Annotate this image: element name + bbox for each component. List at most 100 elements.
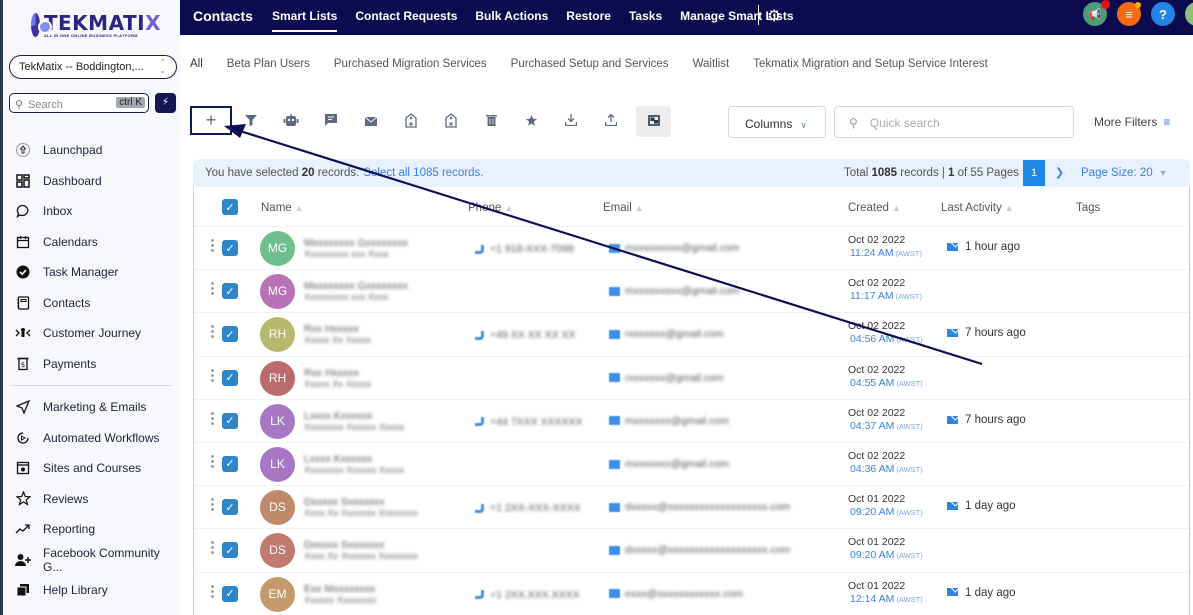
select-all-checkbox[interactable]: ✓	[222, 199, 238, 215]
contact-name-cell[interactable]: Dxxxxx Sxxxxxxx Xxxx Xx Xxxxxxx Xxxxxxxx	[304, 540, 418, 563]
contact-name-cell[interactable]: Mxxxxxxxx Gxxxxxxxx Xxxxxxxxx xxx Xxxx	[304, 281, 408, 304]
delete-button[interactable]	[476, 106, 506, 137]
sidebar-item-launchpad[interactable]: Launchpad	[3, 135, 180, 166]
row-checkbox[interactable]: ✓	[222, 283, 238, 300]
export-button[interactable]	[596, 106, 626, 137]
sidebar-item-reporting[interactable]: Reporting	[3, 514, 180, 545]
email-cell[interactable]: mxxxxxxx@gmail.com	[609, 458, 729, 470]
quick-search-input[interactable]: ⚲ Quick search	[834, 106, 1074, 138]
sidebar-item-contacts[interactable]: Contacts	[3, 288, 180, 319]
smart-list-purchased-migration[interactable]: Purchased Migration Services	[334, 58, 487, 70]
tekmatix-logo[interactable]: TEKMATIX ALL IN ONE ONLINE BUSINESS PLAT…	[31, 10, 161, 40]
contact-name-cell[interactable]: Lxxxx Kxxxxxx Xxxxxxxx Xxxxxx Xxxxx	[304, 453, 404, 476]
more-filters-button[interactable]: More Filters ≡	[1094, 115, 1170, 129]
remove-tag-button[interactable]	[436, 106, 466, 137]
contact-name-cell[interactable]: Lxxxx Kxxxxxx Xxxxxxxx Xxxxxx Xxxxx	[304, 410, 404, 433]
sidebar-item-automated-workflows[interactable]: Automated Workflows	[3, 423, 180, 454]
sidebar-search-input[interactable]: ⚲ Search ctrl K	[9, 93, 149, 113]
contact-name-cell[interactable]: Exx Mxxxxxxxx Xxxxxx Xxxxxxxx	[304, 583, 376, 606]
contact-name-cell[interactable]: Dxxxxx Sxxxxxxx Xxxx Xx Xxxxxxx Xxxxxxxx	[304, 497, 418, 520]
favorite-button[interactable]	[516, 106, 546, 137]
email-cell[interactable]: mxxxxxxx@gmail.com	[609, 415, 729, 427]
announcements-button[interactable]: 📢	[1083, 0, 1110, 26]
smart-list-beta-plan-users[interactable]: Beta Plan Users	[227, 58, 310, 70]
drag-handle-icon[interactable]	[211, 454, 215, 470]
drag-handle-icon[interactable]	[211, 239, 215, 254]
email-cell[interactable]: dxxxxx@xxxxxxxxxxxxxxxxxxx.com	[609, 501, 790, 513]
sidebar-item-task-manager[interactable]: Task Manager	[3, 257, 180, 288]
drag-handle-icon[interactable]	[211, 411, 215, 427]
user-avatar[interactable]	[1185, 2, 1193, 26]
drag-handle-icon[interactable]	[211, 325, 215, 340]
automation-button[interactable]	[276, 106, 306, 137]
columns-dropdown[interactable]: Columns ∨	[728, 106, 826, 138]
contact-name-cell[interactable]: Mxxxxxxxx Gxxxxxxxx Xxxxxxxxx xxx Xxxx	[304, 238, 408, 261]
task-list-button[interactable]: ≡	[1117, 2, 1141, 26]
sidebar-item-marketing-emails[interactable]: Marketing & Emails	[3, 392, 180, 423]
column-header-last-activity[interactable]: Last Activity ▲︎	[941, 202, 1014, 214]
email-cell[interactable]: dxxxxx@xxxxxxxxxxxxxxxxxxx.com	[609, 544, 790, 556]
table-row[interactable]: ✓ RH Rxx Hxxxxx Xxxxx Xx Xxxxx +49 XX XX XX …	[194, 313, 1189, 357]
row-checkbox[interactable]: ✓	[222, 326, 238, 343]
column-header-created[interactable]: Created ▲︎	[848, 202, 901, 214]
column-header-tags[interactable]: Tags	[1076, 202, 1100, 214]
smart-list-all[interactable]: All	[190, 58, 203, 70]
tab-bulk-actions[interactable]: Bulk Actions	[475, 0, 548, 35]
phone-cell[interactable]: +44 7XXX XXXXXX	[475, 416, 583, 428]
column-header-phone[interactable]: Phone ▲︎	[468, 202, 513, 214]
drag-handle-icon[interactable]	[211, 584, 215, 600]
import-button[interactable]	[556, 106, 586, 137]
sidebar-item-reviews[interactable]: Reviews	[3, 484, 180, 515]
page-size-dropdown[interactable]: Page Size: 20 ▼	[1081, 167, 1168, 179]
filter-button[interactable]	[236, 106, 266, 137]
send-email-button[interactable]	[356, 106, 386, 137]
smart-list-purchased-setup[interactable]: Purchased Setup and Services	[511, 58, 669, 70]
add-contact-button[interactable]: +	[190, 106, 232, 135]
phone-cell[interactable]: +1 2XX-XXX-XXXX	[475, 502, 581, 514]
sidebar-item-calendars[interactable]: Calendars	[3, 227, 180, 258]
phone-cell[interactable]: +1 2XX.XXX.XXXX	[475, 589, 580, 601]
tab-tasks[interactable]: Tasks	[629, 0, 662, 35]
quick-actions-bolt-button[interactable]: ⚡	[155, 93, 176, 113]
drag-handle-icon[interactable]	[211, 498, 215, 513]
sidebar-item-customer-journey[interactable]: Customer Journey	[3, 318, 180, 349]
column-header-name[interactable]: Name ▲︎	[261, 202, 304, 214]
table-row[interactable]: ✓ LK Lxxxx Kxxxxxx Xxxxxxxx Xxxxxx Xxxxx +44…	[194, 400, 1189, 443]
row-checkbox[interactable]: ✓	[222, 369, 238, 386]
contact-name-cell[interactable]: Rxx Hxxxxx Xxxxx Xx Xxxxx	[304, 324, 371, 347]
tab-contact-requests[interactable]: Contact Requests	[355, 0, 457, 35]
location-switcher[interactable]: TekMatix -- Boddington,... ⌃ ⌄	[9, 55, 177, 79]
row-checkbox[interactable]: ✓	[222, 455, 238, 472]
sidebar-item-dashboard[interactable]: Dashboard	[3, 166, 180, 197]
contact-name-cell[interactable]: Rxx Hxxxxx Xxxxx Xx Xxxxx	[304, 367, 371, 390]
column-header-email[interactable]: Email ▲︎	[603, 202, 644, 214]
send-sms-button[interactable]	[316, 106, 346, 137]
email-cell[interactable]: rxxxxxxx@gmail.com	[609, 372, 724, 384]
row-checkbox[interactable]: ✓	[222, 499, 238, 516]
merge-button[interactable]	[636, 106, 671, 137]
smart-list-waitlist[interactable]: Waitlist	[693, 58, 730, 70]
table-row[interactable]: ✓ RH Rxx Hxxxxx Xxxxx Xx Xxxxx rxxxxxxx@gmai…	[194, 357, 1189, 400]
page-1-button[interactable]: 1	[1023, 160, 1045, 186]
tab-restore[interactable]: Restore	[566, 0, 611, 35]
sidebar-item-inbox[interactable]: Inbox	[3, 196, 180, 227]
table-row[interactable]: ✓ LK Lxxxx Kxxxxxx Xxxxxxxx Xxxxxx Xxxxx mxx…	[194, 443, 1189, 487]
sidebar-item-facebook-community[interactable]: Facebook Community G...	[3, 545, 180, 576]
row-checkbox[interactable]: ✓	[222, 412, 238, 429]
smart-list-migration-interest[interactable]: Tekmatix Migration and Setup Service Int…	[753, 58, 988, 70]
sidebar-item-payments[interactable]: $ Payments	[3, 349, 180, 380]
row-checkbox[interactable]: ✓	[222, 542, 238, 559]
email-cell[interactable]: rxxxxxxx@gmail.com	[609, 328, 724, 340]
phone-cell[interactable]: +49 XX XX XX XX	[475, 329, 576, 341]
add-tag-button[interactable]	[396, 106, 426, 137]
drag-handle-icon[interactable]	[211, 282, 215, 297]
table-row[interactable]: ✓ DS Dxxxxx Sxxxxxxx Xxxx Xx Xxxxxxx Xxxxxx…	[194, 486, 1189, 530]
next-page-chevron-icon[interactable]: ❯	[1055, 166, 1064, 179]
table-row[interactable]: ✓ MG Mxxxxxxxx Gxxxxxxxx Xxxxxxxxx xxx Xxxx…	[194, 270, 1189, 314]
table-row[interactable]: ✓ DS Dxxxxx Sxxxxxxx Xxxx Xx Xxxxxxx Xxxxxx…	[194, 529, 1189, 573]
email-cell[interactable]: mxxxxxxxxx@gmail.com	[609, 242, 740, 254]
drag-handle-icon[interactable]	[211, 541, 215, 556]
row-checkbox[interactable]: ✓	[222, 585, 238, 602]
sidebar-item-sites-courses[interactable]: Sites and Courses	[3, 453, 180, 484]
drag-handle-icon[interactable]	[211, 368, 215, 384]
